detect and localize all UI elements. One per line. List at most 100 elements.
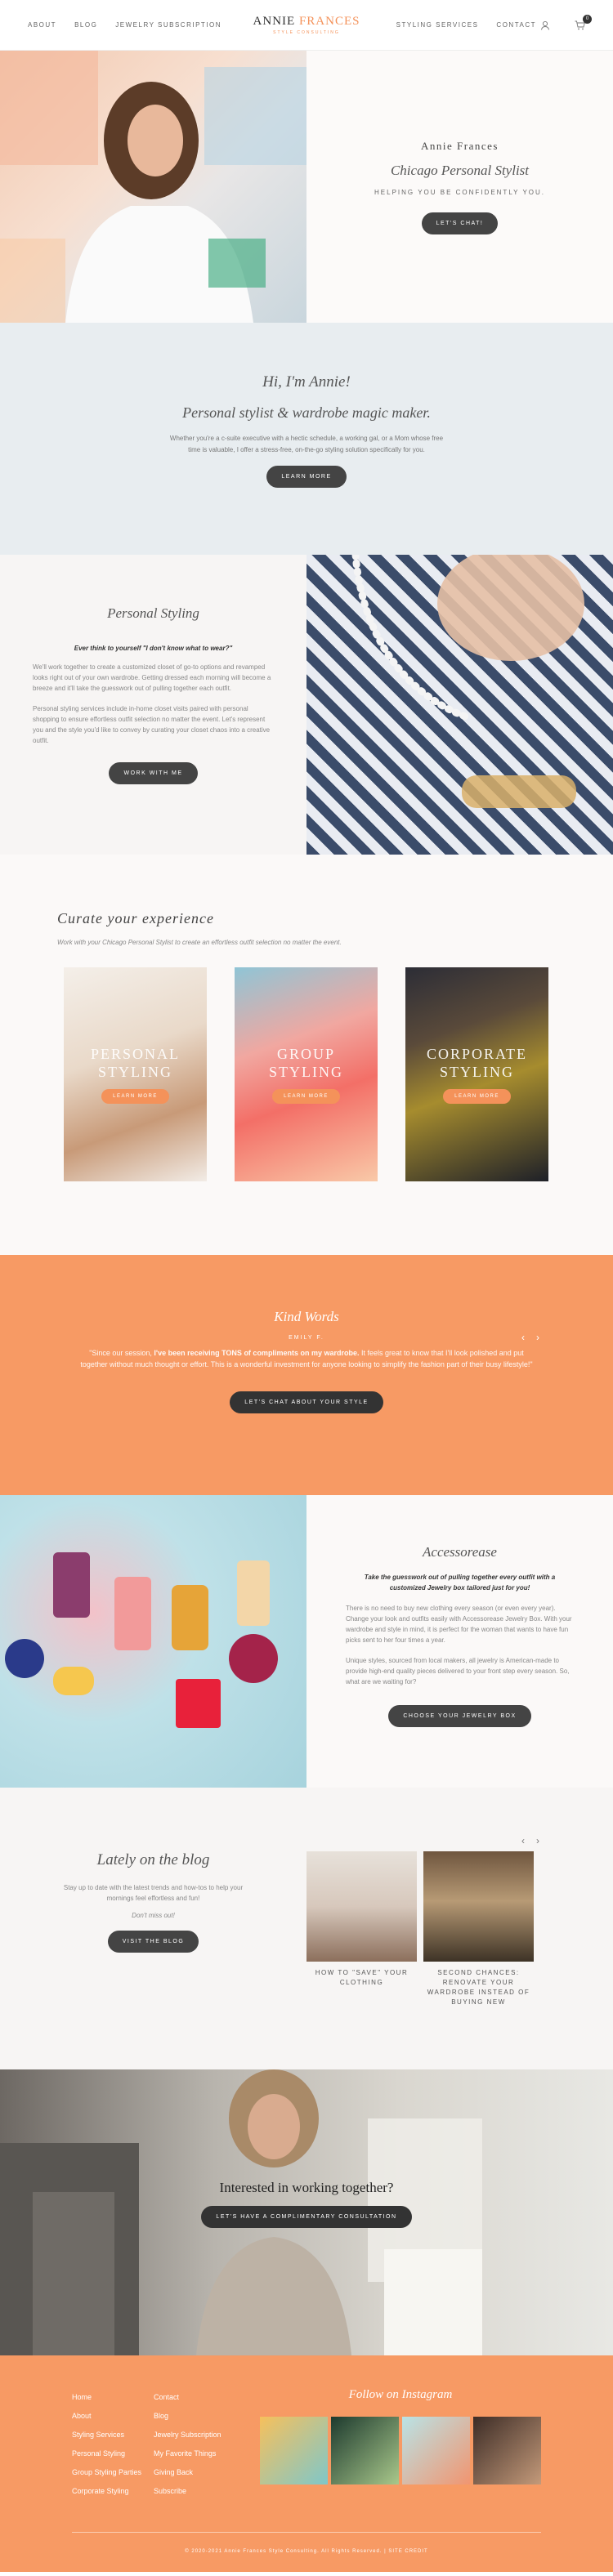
blog-section: ‹ › Lately on the blog Stay up to date w… xyxy=(0,1788,613,2069)
lets-chat-button[interactable]: LET'S CHAT! xyxy=(421,212,499,234)
corporate-styling-learn-more-button[interactable]: LEARN MORE xyxy=(443,1089,511,1104)
footer-link-contact[interactable]: Contact xyxy=(154,2388,235,2407)
group-styling-learn-more-button[interactable]: LEARN MORE xyxy=(272,1089,340,1104)
nav-about[interactable]: ABOUT xyxy=(28,21,56,29)
accessorease-paragraph-1: There is no need to buy new clothing eve… xyxy=(346,1605,572,1644)
logo-second: FRANCES xyxy=(298,15,360,28)
intro-section: Hi, I'm Annie! Personal stylist & wardro… xyxy=(0,323,613,555)
work-with-me-button[interactable]: WORK WITH ME xyxy=(109,762,198,784)
instagram-feed: Follow on Instagram xyxy=(260,2388,541,2501)
chevron-left-icon[interactable]: ‹ xyxy=(521,1332,525,1343)
nav-blog[interactable]: BLOG xyxy=(74,21,97,29)
choose-jewelry-box-button[interactable]: CHOOSE YOUR JEWELRY BOX xyxy=(388,1705,531,1727)
blog-post-title[interactable]: HOW TO "SAVE" YOUR CLOTHING xyxy=(306,1968,417,1988)
footer-link-blog[interactable]: Blog xyxy=(154,2407,235,2426)
chevron-right-icon[interactable]: › xyxy=(536,1835,539,1846)
learn-more-button[interactable]: LEARN MORE xyxy=(266,466,347,488)
hero-tagline: HELPING YOU BE CONFIDENTLY YOU. xyxy=(374,188,545,196)
blog-post[interactable]: HOW TO "SAVE" YOUR CLOTHING xyxy=(306,1851,417,2069)
curate-intro: Work with your Chicago Personal Stylist … xyxy=(57,939,342,946)
cart-count-badge: 0 xyxy=(583,15,592,24)
footer-link-about[interactable]: About xyxy=(72,2407,154,2426)
nav-styling-services[interactable]: STYLING SERVICES xyxy=(396,21,479,29)
blog-post[interactable]: SECOND CHANCES: RENOVATE YOUR WARDROBE I… xyxy=(423,1851,534,2069)
personal-styling-learn-more-button[interactable]: LEARN MORE xyxy=(101,1089,169,1104)
nav-jewelry-subscription[interactable]: JEWELRY SUBSCRIPTION xyxy=(115,21,221,29)
footer-link-favorite-things[interactable]: My Favorite Things xyxy=(154,2444,235,2463)
footer-link-corporate-styling[interactable]: Corporate Styling xyxy=(72,2482,154,2501)
card-title-line1: CORPORATE xyxy=(426,1046,528,1062)
consultation-cta-section: Interested in working together? LET'S HA… xyxy=(0,2069,613,2355)
personal-styling-section: Personal Styling Ever think to yourself … xyxy=(0,555,613,855)
blog-intro: Lately on the blog Stay up to date with … xyxy=(0,1851,306,2069)
testimonials-heading: Kind Words xyxy=(274,1309,339,1324)
footer-link-styling-services[interactable]: Styling Services xyxy=(72,2426,154,2444)
instagram-tile[interactable] xyxy=(473,2417,541,2484)
accessorease-text: Accessorease Take the guesswork out of p… xyxy=(306,1495,613,1788)
card-title-line2: STYLING xyxy=(97,1064,172,1080)
instagram-tile[interactable] xyxy=(260,2417,328,2484)
footer-link-jewelry-subscription[interactable]: Jewelry Subscription xyxy=(154,2426,235,2444)
accessorease-paragraph-2: Unique styles, sourced from local makers… xyxy=(346,1657,570,1685)
card-title-line1: GROUP xyxy=(276,1046,335,1062)
nav-left: ABOUT BLOG JEWELRY SUBSCRIPTION xyxy=(28,21,221,29)
quote-bold: I've been receiving TONS of compliments … xyxy=(154,1349,360,1357)
quote-start: "Since our session, xyxy=(89,1349,154,1357)
chevron-left-icon[interactable]: ‹ xyxy=(521,1835,525,1846)
card-title-line1: PERSONAL xyxy=(90,1046,180,1062)
footer-links-col-2: Contact Blog Jewelry Subscription My Fav… xyxy=(154,2388,235,2501)
corporate-styling-card[interactable]: CORPORATE STYLING LEARN MORE xyxy=(405,967,548,1181)
blog-post-image[interactable] xyxy=(423,1851,534,1962)
blog-post-title[interactable]: SECOND CHANCES: RENOVATE YOUR WARDROBE I… xyxy=(423,1968,534,2007)
blog-post-image[interactable] xyxy=(306,1851,417,1962)
personal-styling-paragraph-2: Personal styling services include in-hom… xyxy=(33,705,271,744)
personal-styling-heading: Personal Styling xyxy=(107,605,199,621)
testimonial-quote: "Since our session, I've been receiving … xyxy=(78,1347,535,1370)
testimonial-arrows: ‹ › xyxy=(521,1332,539,1343)
service-cards: PERSONAL STYLING LEARN MORE GROUP STYLING … xyxy=(64,967,556,1181)
personal-styling-text: Personal Styling Ever think to yourself … xyxy=(0,555,306,855)
jewelry-rings-image xyxy=(0,1495,306,1788)
testimonials-section: ‹ › Kind Words EMILY F. "Since our sessi… xyxy=(0,1255,613,1495)
accessorease-heading: Accessorease xyxy=(423,1544,497,1560)
footer-link-subscribe[interactable]: Subscribe xyxy=(154,2482,235,2501)
cart-icon[interactable]: 0 xyxy=(575,15,592,34)
instagram-tile[interactable] xyxy=(331,2417,399,2484)
header-icons: 0 xyxy=(540,15,592,34)
cta-heading: Interested in working together? xyxy=(219,2180,394,2195)
footer-link-giving-back[interactable]: Giving Back xyxy=(154,2463,235,2482)
visit-blog-button[interactable]: VISIT THE BLOG xyxy=(107,1931,199,1953)
curate-heading: Curate your experience xyxy=(57,910,214,926)
nav-contact[interactable]: CONTACT xyxy=(496,21,536,29)
hero-text: Annie Frances Chicago Personal Stylist H… xyxy=(306,51,613,323)
consultation-button[interactable]: LET'S HAVE A COMPLIMENTARY CONSULTATION xyxy=(201,2206,412,2228)
intro-subheading: Personal stylist & wardrobe magic maker. xyxy=(182,404,431,421)
cta-content: Interested in working together? LET'S HA… xyxy=(0,2180,613,2228)
footer-link-home[interactable]: Home xyxy=(72,2388,154,2407)
personal-styling-quote: Ever think to yourself "I don't know wha… xyxy=(74,645,233,652)
hero-section: Annie Frances Chicago Personal Stylist H… xyxy=(0,51,613,323)
personal-styling-card[interactable]: PERSONAL STYLING LEARN MORE xyxy=(64,967,207,1181)
gingham-jewelry-image xyxy=(306,555,613,855)
site-header: ABOUT BLOG JEWELRY SUBSCRIPTION ANNIE FR… xyxy=(0,0,613,51)
instagram-tile[interactable] xyxy=(402,2417,470,2484)
intro-body: Whether you're a c-suite executive with … xyxy=(169,435,444,453)
user-icon[interactable] xyxy=(540,20,550,34)
footer-links-col-1: Home About Styling Services Personal Sty… xyxy=(72,2388,154,2501)
blog-body: Stay up to date with the latest trends a… xyxy=(63,1884,244,1902)
site-logo[interactable]: ANNIE FRANCES STYLE CONSULTING xyxy=(253,15,360,35)
curate-section: Curate your experience Work with your Ch… xyxy=(0,855,613,1255)
intro-heading: Hi, I'm Annie! xyxy=(262,373,351,391)
blog-arrows: ‹ › xyxy=(521,1835,539,1846)
blog-dont-miss: Don't miss out! xyxy=(132,1912,175,1919)
footer-link-group-styling[interactable]: Group Styling Parties xyxy=(72,2463,154,2482)
chat-about-style-button[interactable]: LET'S CHAT ABOUT YOUR STYLE xyxy=(230,1391,383,1413)
group-styling-card[interactable]: GROUP STYLING LEARN MORE xyxy=(235,967,378,1181)
footer-link-personal-styling[interactable]: Personal Styling xyxy=(72,2444,154,2463)
nav-right: STYLING SERVICES CONTACT xyxy=(396,21,536,29)
personal-styling-paragraph-1: We'll work together to create a customiz… xyxy=(33,663,271,692)
chevron-right-icon[interactable]: › xyxy=(536,1332,539,1343)
copyright: © 2020-2021 Annie Frances Style Consulti… xyxy=(72,2532,541,2554)
hero-portrait-image xyxy=(0,51,306,323)
instagram-heading: Follow on Instagram xyxy=(348,2388,453,2401)
